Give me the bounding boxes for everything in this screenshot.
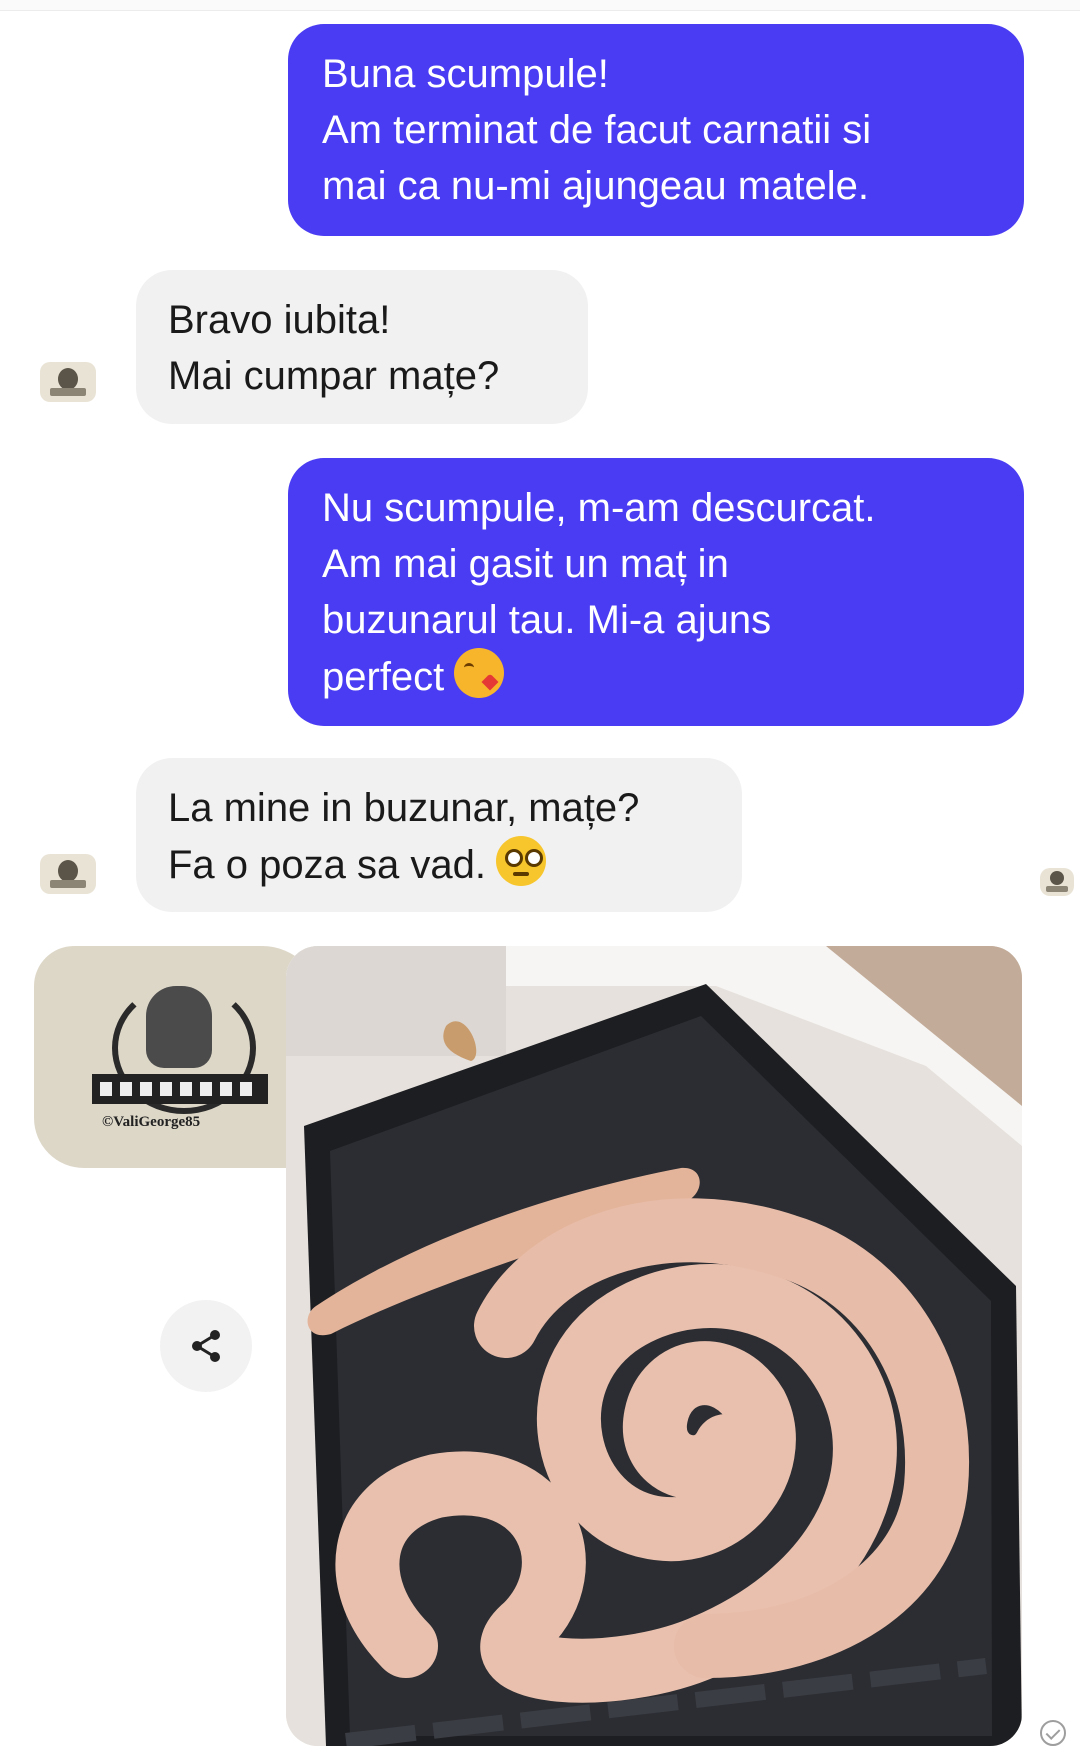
avatar-face [58,368,78,390]
watermark-logo: ©ValiGeorge85 [34,946,322,1168]
message-text: Buna scumpule! Am terminat de facut carn… [322,52,872,208]
message-text: Nu scumpule, m-am descurcat. Am mai gasi… [322,486,876,699]
outgoing-message-2[interactable]: Nu scumpule, m-am descurcat. Am mai gasi… [288,458,1024,726]
top-divider [0,0,1080,11]
message-text: La mine in buzunar, mațe? Fa o poza sa v… [168,786,640,887]
avatar-base [50,880,86,888]
watermark-portrait [146,986,212,1068]
incoming-message-2[interactable]: La mine in buzunar, mațe? Fa o poza sa v… [136,758,742,912]
avatar-face [58,860,78,882]
contact-avatar[interactable] [40,854,96,894]
incoming-message-1[interactable]: Bravo iubita! Mai cumpar mațe? [136,270,588,424]
avatar-face [1050,871,1064,885]
share-button[interactable] [160,1300,252,1392]
attached-photo[interactable] [286,946,1022,1746]
share-icon [192,1330,220,1362]
avatar-base [1046,886,1068,892]
read-receipt-avatar [1040,868,1074,896]
outgoing-message-1[interactable]: Buna scumpule! Am terminat de facut carn… [288,24,1024,236]
message-text: Bravo iubita! Mai cumpar mațe? [168,298,500,398]
flushed-face-icon [495,836,546,886]
watermark-text: ©ValiGeorge85 [102,1114,201,1130]
film-strip [92,1074,268,1104]
contact-avatar[interactable] [40,362,96,402]
avatar-base [50,388,86,396]
check-circle-icon [1040,1720,1066,1746]
sausage-tray-image [286,946,1022,1746]
face-blowing-kiss-icon [454,648,505,698]
